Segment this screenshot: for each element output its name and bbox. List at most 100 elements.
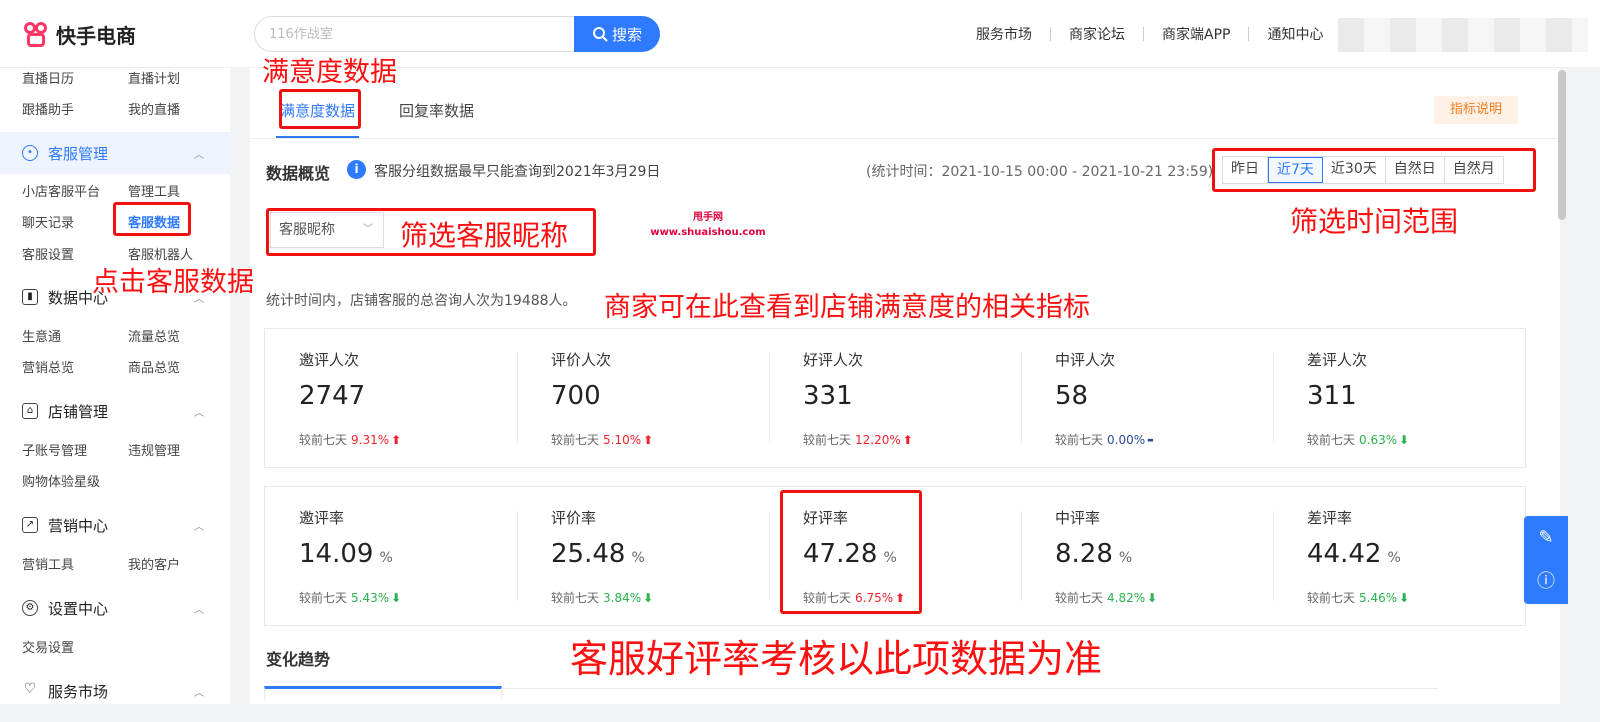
metric-label: 评价率 [551, 509, 597, 527]
metric-number: 311 [1307, 381, 1357, 411]
metric-label: 中评率 [1055, 509, 1101, 527]
search-bar: 搜索 [254, 16, 660, 52]
sidebar-item[interactable]: 子账号管理 [22, 440, 128, 459]
chat-icon: • [22, 145, 38, 161]
sidebar-group-customer-service[interactable]: • 客服管理 ︿ [0, 132, 230, 174]
sidebar-item[interactable]: 管理工具 [128, 181, 234, 200]
sidebar-group-settings[interactable]: ⚙ 设置中心 ︿ [0, 587, 230, 629]
heart-icon: ♡ [23, 681, 37, 697]
metric-unit: % [1387, 550, 1401, 566]
sidebar-item[interactable]: 商品总览 [128, 357, 234, 376]
metric-cell: 邀评率 14.09% 较前七天 5.43% ⬇ [265, 487, 517, 627]
metric-number: 700 [551, 381, 601, 411]
arrow-down-icon: ⬇ [643, 591, 654, 605]
metric-cell: 评价率 25.48% 较前七天 3.84% ⬇ [517, 487, 769, 627]
sidebar-item[interactable]: 我的客户 [128, 554, 234, 573]
edit-icon[interactable]: ✎ [1524, 516, 1568, 560]
sidebar-item[interactable]: 生意通 [22, 326, 128, 345]
compare-label: 较前七天 [1307, 433, 1356, 447]
search-input[interactable] [254, 16, 574, 52]
metric-cell: 差评人次 311 较前七天 0.63% ⬇ [1273, 329, 1525, 469]
compare-percent: 5.46% [1359, 591, 1398, 605]
metric-number: 44.42 [1307, 539, 1382, 569]
annotation-text: 客服好评率考核以此项数据为准 [570, 637, 1103, 681]
arrow-down-icon: ⬇ [391, 591, 402, 605]
annotation-text: 筛选时间范围 [1290, 205, 1459, 238]
sidebar-item[interactable]: 购物体验星级 [22, 471, 128, 490]
metric-label: 评价人次 [551, 351, 612, 369]
sidebar-item[interactable]: 直播计划 [128, 68, 234, 87]
top-bar: 快手电商 搜索 服务市场 商家论坛 商家端APP 通知中心 [0, 0, 1600, 68]
topnav-notifications[interactable]: 通知中心 [1249, 24, 1341, 44]
sidebar-group-marketing[interactable]: ↗ 营销中心 ︿ [0, 504, 230, 546]
metric-label: 差评率 [1307, 509, 1353, 527]
divider [1021, 511, 1022, 601]
trend-tab[interactable] [264, 686, 502, 700]
logo[interactable]: 快手电商 [24, 20, 136, 49]
info-circle-icon[interactable]: ⓘ [1524, 560, 1568, 604]
sidebar-row: 跟播助手 我的直播 [22, 99, 234, 118]
flat-dash-icon: ▬ [1147, 436, 1154, 444]
metric-number: 25.48 [551, 539, 626, 569]
metric-cell: 好评人次 331 较前七天 12.20% ⬆ [769, 329, 1021, 469]
arrow-down-icon: ⬇ [1147, 591, 1158, 605]
sidebar-item[interactable]: 小店客服平台 [22, 181, 128, 200]
sidebar-item[interactable]: 流量总览 [128, 326, 234, 345]
sidebar: 直播日历 直播计划 跟播助手 我的直播 • 客服管理 ︿ 小店客服平台 管理工具… [0, 68, 230, 722]
metric-number: 2747 [299, 381, 366, 411]
topnav-service-market[interactable]: 服务市场 [976, 24, 1050, 44]
gear-icon: ⚙ [22, 600, 38, 616]
sidebar-item[interactable]: 营销工具 [22, 554, 128, 573]
compare-label: 较前七天 [551, 433, 600, 447]
store-icon: ⌂ [22, 403, 38, 419]
sidebar-item[interactable]: 营销总览 [22, 357, 128, 376]
topnav-app[interactable]: 商家端APP [1144, 24, 1248, 44]
metric-explanation-button[interactable]: 指标说明 [1434, 96, 1518, 124]
metric-cell: 评价人次 700 较前七天 5.10% ⬆ [517, 329, 769, 469]
search-button[interactable]: 搜索 [574, 16, 660, 52]
metric-label: 差评人次 [1307, 351, 1368, 369]
bottom-strip [0, 704, 1600, 722]
divider [250, 138, 1560, 139]
compare-percent: 0.63% [1359, 433, 1398, 447]
sidebar-item[interactable]: 跟播助手 [22, 99, 128, 118]
metric-number: 58 [1055, 381, 1089, 411]
sidebar-row: 生意通 流量总览 [22, 326, 234, 345]
metric-value: 331 [803, 381, 853, 411]
metric-value: 44.42% [1307, 539, 1401, 569]
sidebar-item[interactable]: 违规管理 [128, 440, 234, 459]
compare-percent: 5.10% [603, 433, 642, 447]
sidebar-item[interactable]: 直播日历 [22, 68, 128, 87]
sidebar-group-store[interactable]: ⌂ 店铺管理 ︿ [0, 390, 230, 432]
scrollbar[interactable] [1558, 70, 1566, 220]
divider [769, 511, 770, 601]
search-button-label: 搜索 [611, 25, 642, 44]
topnav-forum[interactable]: 商家论坛 [1051, 24, 1143, 44]
metric-unit: % [1118, 550, 1133, 566]
arrow-down-icon: ⬇ [1399, 591, 1410, 605]
info-icon: i [347, 160, 366, 179]
compare-label: 较前七天 [1307, 591, 1356, 605]
tab-reply-rate-data[interactable]: 回复率数据 [395, 90, 478, 138]
chevron-up-icon: ︿ [194, 521, 204, 533]
metric-compare: 较前七天 5.43% ⬇ [299, 589, 401, 606]
sidebar-item[interactable]: 我的直播 [128, 99, 234, 118]
metric-compare: 较前七天 5.10% ⬆ [551, 431, 653, 448]
metric-label: 邀评率 [299, 509, 345, 527]
metric-value: 58 [1055, 381, 1088, 411]
summary-text: 统计时间内，店铺客服的总咨询人次为19488人。 [266, 293, 577, 309]
divider [1273, 511, 1274, 601]
divider [1273, 353, 1274, 443]
metric-unit: % [379, 550, 393, 566]
sidebar-item[interactable]: 交易设置 [22, 637, 128, 656]
annotation-box-good-rate [780, 490, 922, 614]
arrow-up-icon: ⬆ [391, 433, 402, 447]
metric-compare: 较前七天 0.00% ▬ [1055, 431, 1154, 448]
watermark: 甩手网 www.shuaishou.com [650, 208, 766, 238]
metric-value: 8.28% [1055, 539, 1132, 569]
sidebar-row: 直播日历 直播计划 [22, 68, 234, 87]
sidebar-row: 子账号管理 违规管理 [22, 440, 234, 459]
metric-unit: % [631, 550, 645, 566]
floating-toolbar: ✎ ⓘ [1524, 516, 1568, 604]
watermark-line2: www.shuaishou.com [650, 227, 766, 238]
